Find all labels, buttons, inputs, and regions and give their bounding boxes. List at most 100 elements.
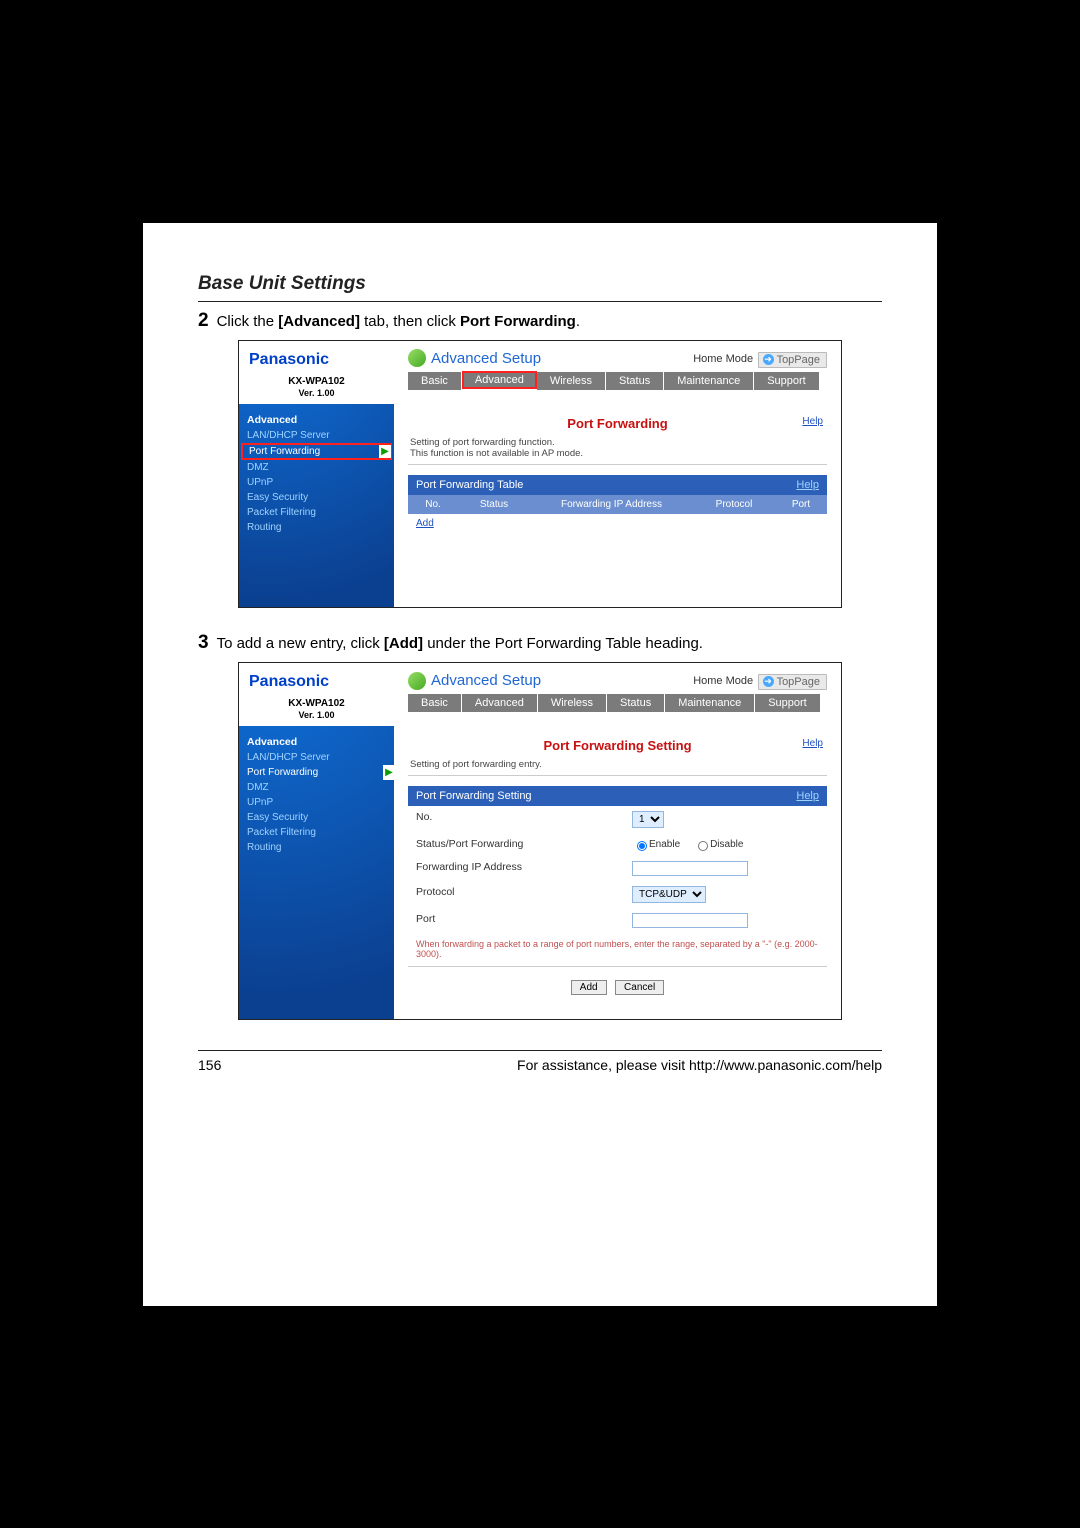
tab-wireless[interactable]: Wireless — [538, 694, 607, 712]
main-content: Advanced Setup Home Mode ➜ TopPage Basic… — [394, 663, 841, 1019]
screenshot-2: Panasonic KX-WPA102 Ver. 1.00 Advanced L… — [238, 662, 842, 1020]
page-title: Advanced Setup — [408, 349, 541, 367]
radio-disable[interactable] — [698, 841, 708, 851]
page-title: Advanced Setup — [408, 672, 541, 690]
t: tab, then click — [360, 313, 460, 330]
radio-enable[interactable] — [637, 841, 647, 851]
home-mode-area: Home Mode ➜ TopPage — [693, 671, 827, 690]
cancel-button[interactable]: Cancel — [615, 980, 664, 995]
tab-bar: Basic Advanced Wireless Status Maintenan… — [408, 372, 827, 390]
model-label: KX-WPA102 — [239, 695, 394, 710]
add-row: Add — [408, 514, 827, 533]
brand-logo: Panasonic — [239, 341, 394, 373]
form-row-ip: Forwarding IP Address — [408, 856, 827, 881]
sidebar: Panasonic KX-WPA102 Ver. 1.00 Advanced L… — [239, 341, 394, 607]
chevron-right-icon: ▶ — [379, 445, 391, 458]
note-text: Setting of port forwarding function. Thi… — [410, 437, 825, 461]
form-row-port: Port — [408, 908, 827, 933]
enable-option[interactable]: Enable — [632, 839, 680, 850]
tab-status[interactable]: Status — [607, 694, 665, 712]
tab-maintenance[interactable]: Maintenance — [665, 694, 755, 712]
pencil-icon — [408, 672, 426, 690]
help-link[interactable]: Help — [796, 790, 819, 802]
brand-logo: Panasonic — [239, 663, 394, 695]
sidebar-item-easy-security[interactable]: Easy Security — [239, 490, 394, 505]
label-ip: Forwarding IP Address — [408, 856, 624, 881]
table-title: Port Forwarding Table — [416, 479, 523, 491]
table-header-bar: Port Forwarding Table Help — [408, 475, 827, 495]
button-row: Add Cancel — [408, 977, 827, 995]
tab-bar: Basic Advanced Wireless Status Maintenan… — [408, 694, 827, 712]
version-label: Ver. 1.00 — [239, 710, 394, 726]
add-button[interactable]: Add — [571, 980, 607, 995]
top-page-label: TopPage — [777, 354, 820, 366]
bold: [Add] — [384, 635, 423, 652]
chevron-right-icon: ▶ — [383, 765, 395, 780]
top-page-label: TopPage — [777, 676, 820, 688]
t: . — [576, 313, 580, 330]
step-3: 3 To add a new entry, click [Add] under … — [198, 632, 882, 654]
no-select[interactable]: 1 — [632, 811, 664, 828]
help-link[interactable]: Help — [796, 479, 819, 491]
sidebar-heading: Advanced — [239, 410, 394, 428]
sidebar: Panasonic KX-WPA102 Ver. 1.00 Advanced L… — [239, 663, 394, 1019]
top-page-button[interactable]: ➜ TopPage — [758, 352, 827, 368]
label-no: No. — [408, 806, 624, 833]
sidebar-item-label: Port Forwarding — [247, 767, 318, 778]
t: under the Port Forwarding Table heading. — [423, 635, 703, 652]
tab-advanced[interactable]: Advanced — [462, 694, 538, 712]
sidebar-item-upnp[interactable]: UPnP — [239, 475, 394, 490]
version-label: Ver. 1.00 — [239, 388, 394, 404]
col-ip: Forwarding IP Address — [530, 495, 693, 514]
sidebar-item-routing[interactable]: Routing — [239, 840, 394, 855]
tab-support[interactable]: Support — [754, 372, 819, 390]
top-page-button[interactable]: ➜ TopPage — [758, 674, 827, 690]
disable-option[interactable]: Disable — [693, 839, 743, 850]
sidebar-item-easy-security[interactable]: Easy Security — [239, 810, 394, 825]
sidebar-item-port-forwarding[interactable]: Port Forwarding ▶ — [241, 443, 392, 460]
sidebar-item-dmz[interactable]: DMZ — [239, 460, 394, 475]
footer-text: For assistance, please visit http://www.… — [517, 1057, 882, 1073]
arrow-icon: ➜ — [763, 676, 774, 687]
t: To add a new entry, click — [217, 635, 384, 652]
tab-support[interactable]: Support — [755, 694, 820, 712]
screenshot-1: Panasonic KX-WPA102 Ver. 1.00 Advanced L… — [238, 340, 842, 608]
tab-basic[interactable]: Basic — [408, 694, 462, 712]
col-no: No. — [408, 495, 458, 514]
tab-basic[interactable]: Basic — [408, 372, 462, 390]
divider — [198, 301, 882, 302]
help-link[interactable]: Help — [802, 738, 823, 749]
tab-maintenance[interactable]: Maintenance — [664, 372, 754, 390]
sidebar-item-packet-filtering[interactable]: Packet Filtering — [239, 825, 394, 840]
step-number: 3 — [198, 632, 209, 654]
step-number: 2 — [198, 310, 209, 332]
sidebar-item-lan-dhcp[interactable]: LAN/DHCP Server — [239, 750, 394, 765]
ip-input[interactable] — [632, 861, 748, 876]
pencil-icon — [408, 349, 426, 367]
label-port: Port — [408, 908, 624, 933]
port-input[interactable] — [632, 913, 748, 928]
hint-text: When forwarding a packet to a range of p… — [408, 933, 827, 963]
enable-label: Enable — [649, 839, 680, 850]
help-link[interactable]: Help — [802, 416, 823, 427]
arrow-icon: ➜ — [763, 354, 774, 365]
tab-status[interactable]: Status — [606, 372, 664, 390]
sidebar-item-port-forwarding[interactable]: Port Forwarding ▶ — [239, 765, 394, 780]
form-row-status: Status/Port Forwarding Enable Disable — [408, 833, 827, 856]
sidebar-item-upnp[interactable]: UPnP — [239, 795, 394, 810]
sidebar-item-routing[interactable]: Routing — [239, 520, 394, 535]
sidebar-item-dmz[interactable]: DMZ — [239, 780, 394, 795]
tab-advanced[interactable]: Advanced — [462, 371, 537, 389]
sidebar-item-lan-dhcp[interactable]: LAN/DHCP Server — [239, 428, 394, 443]
footer-divider — [198, 1050, 882, 1051]
model-label: KX-WPA102 — [239, 373, 394, 388]
tab-wireless[interactable]: Wireless — [537, 372, 606, 390]
add-link[interactable]: Add — [416, 518, 434, 529]
main-content: Advanced Setup Home Mode ➜ TopPage Basic… — [394, 341, 841, 607]
col-status: Status — [458, 495, 530, 514]
sidebar-item-packet-filtering[interactable]: Packet Filtering — [239, 505, 394, 520]
home-mode-label: Home Mode — [693, 675, 753, 687]
protocol-select[interactable]: TCP&UDP — [632, 886, 706, 903]
bold: [Advanced] — [278, 313, 360, 330]
page-footer: 156 For assistance, please visit http://… — [198, 1057, 882, 1073]
